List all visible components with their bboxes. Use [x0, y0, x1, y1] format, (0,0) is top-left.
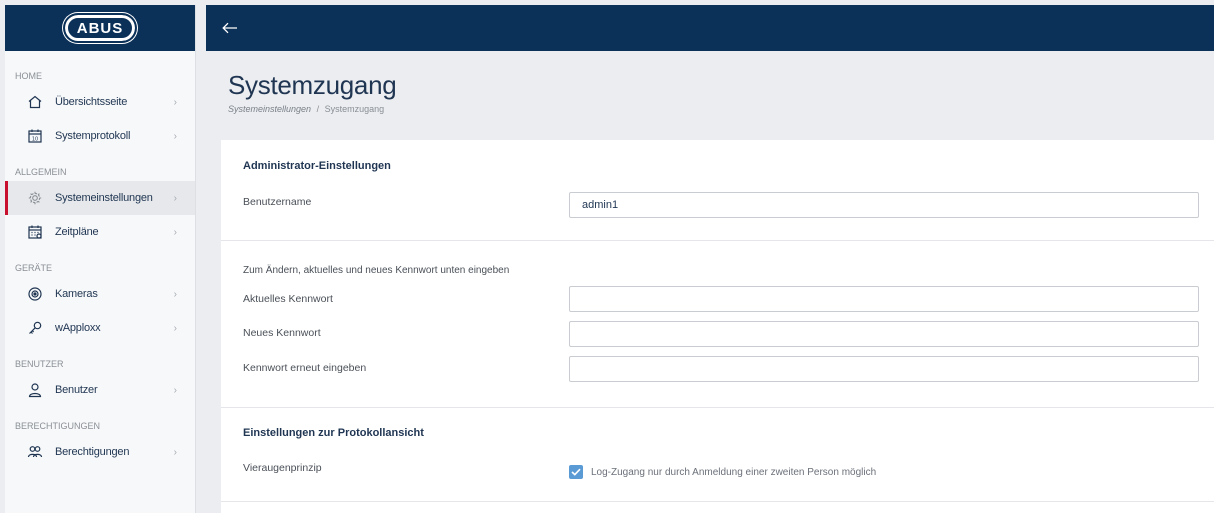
four-eyes-checkbox[interactable] — [569, 465, 583, 479]
home-icon — [27, 94, 43, 110]
sidebar-item-label: Systemeinstellungen — [55, 192, 153, 204]
new-password-label: Neues Kennwort — [243, 327, 321, 339]
calendar-grid-icon — [27, 224, 43, 240]
sidebar-item-users[interactable]: Benutzer › — [5, 373, 195, 407]
sidebar-item-label: Benutzer — [55, 384, 98, 396]
breadcrumb: Systemeinstellungen / Systemzugang — [228, 104, 396, 114]
sidebar-item-schedules[interactable]: Zeitpläne › — [5, 215, 195, 249]
section-label-general: ALLGEMEIN — [15, 167, 67, 177]
admin-settings-section: Administrator-Einstellungen Benutzername… — [221, 140, 1214, 241]
section-title-admin: Administrator-Einstellungen — [243, 160, 391, 172]
section-title-log-view: Einstellungen zur Protokollansicht — [243, 427, 424, 439]
sidebar-item-label: Übersichtsseite — [55, 96, 128, 108]
username-label: Benutzername — [243, 196, 312, 208]
users-icon — [27, 444, 43, 460]
four-eyes-option[interactable]: Log-Zugang nur durch Anmeldung einer zwe… — [569, 465, 876, 479]
chevron-right-icon: › — [173, 288, 177, 300]
breadcrumb-current: Systemzugang — [324, 104, 385, 114]
chevron-right-icon: › — [173, 192, 177, 204]
chevron-right-icon: › — [173, 130, 177, 142]
sidebar-item-label: wApploxx — [55, 322, 101, 334]
password-hint: Zum Ändern, aktuelles und neues Kennwort… — [243, 265, 510, 276]
gear-icon — [27, 190, 43, 206]
sidebar-item-permissions[interactable]: Berechtigungen › — [5, 435, 195, 469]
section-label-home: HOME — [15, 71, 42, 81]
current-password-label: Aktuelles Kennwort — [243, 293, 333, 305]
sidebar-item-wapploxx[interactable]: wApploxx › — [5, 311, 195, 345]
chevron-right-icon: › — [173, 96, 177, 108]
svg-text:10: 10 — [32, 137, 38, 143]
chevron-right-icon: › — [173, 226, 177, 238]
log-view-section: Einstellungen zur Protokollansicht Viera… — [221, 408, 1214, 502]
password-section: Zum Ändern, aktuelles und neues Kennwort… — [221, 241, 1214, 408]
sidebar: ABUS HOME Übersichtsseite › 10 Systempro… — [5, 5, 196, 513]
calendar-log-icon: 10 — [27, 128, 43, 144]
repeat-password-label: Kennwort erneut eingeben — [243, 362, 367, 374]
section-label-devices: GERÄTE — [15, 263, 53, 273]
chevron-right-icon: › — [173, 384, 177, 396]
top-bar — [206, 5, 1214, 51]
repeat-password-input[interactable] — [569, 356, 1199, 382]
page-title: Systemzugang — [228, 70, 397, 100]
four-eyes-checkbox-label[interactable]: Log-Zugang nur durch Anmeldung einer zwe… — [591, 467, 876, 478]
sidebar-item-label: Zeitpläne — [55, 226, 99, 238]
breadcrumb-separator: / — [316, 104, 320, 114]
arrow-left-icon — [222, 22, 237, 34]
user-icon — [27, 382, 43, 398]
sidebar-item-label: Berechtigungen — [55, 446, 130, 458]
chevron-right-icon: › — [173, 322, 177, 334]
section-label-permissions: BERECHTIGUNGEN — [15, 421, 101, 431]
page-header: Systemzugang Systemeinstellungen / Syste… — [228, 70, 397, 114]
logo-bar: ABUS — [5, 5, 195, 51]
sidebar-item-system-log[interactable]: 10 Systemprotokoll › — [5, 119, 195, 153]
sidebar-item-system-settings[interactable]: Systemeinstellungen › — [5, 181, 195, 215]
sidebar-item-overview[interactable]: Übersichtsseite › — [5, 85, 195, 119]
username-input[interactable]: admin1 — [569, 192, 1199, 218]
chevron-right-icon: › — [173, 446, 177, 458]
sidebar-item-cameras[interactable]: Kameras › — [5, 277, 195, 311]
sidebar-item-label: Systemprotokoll — [55, 130, 131, 142]
new-password-input[interactable] — [569, 321, 1199, 347]
key-icon — [27, 320, 43, 336]
camera-icon — [27, 286, 43, 302]
back-button[interactable] — [220, 18, 240, 38]
section-label-users: BENUTZER — [15, 359, 64, 369]
settings-card: Administrator-Einstellungen Benutzername… — [221, 140, 1214, 513]
checkmark-icon — [571, 468, 581, 476]
abus-logo[interactable]: ABUS — [63, 14, 137, 42]
breadcrumb-link-system-settings[interactable]: Systemeinstellungen — [228, 104, 311, 114]
current-password-input[interactable] — [569, 286, 1199, 312]
four-eyes-label: Vieraugenprinzip — [243, 462, 322, 474]
sidebar-item-label: Kameras — [55, 288, 98, 300]
